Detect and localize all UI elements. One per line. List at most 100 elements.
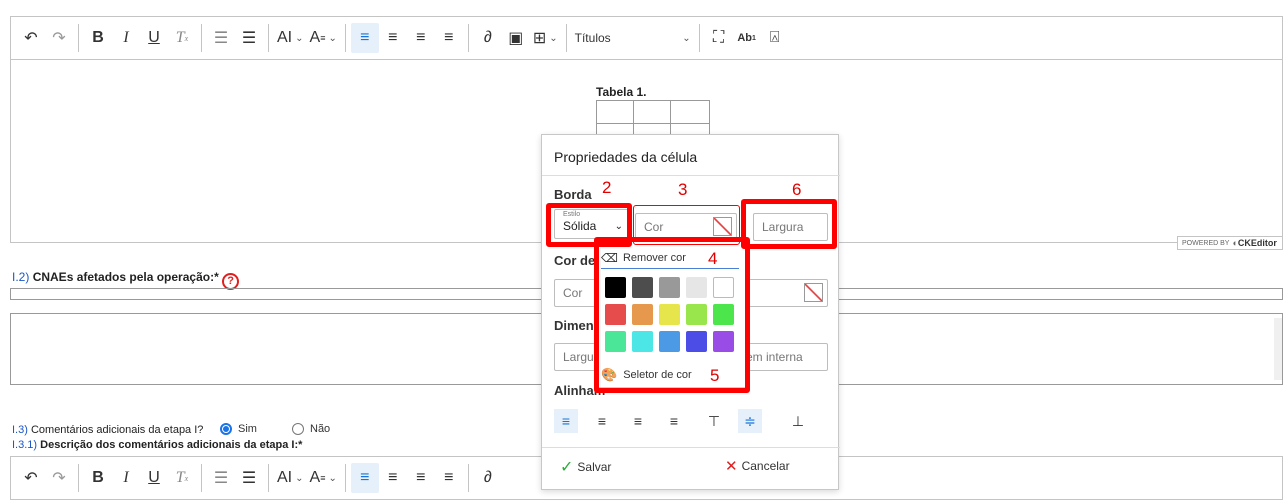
scrollbar[interactable]: [1274, 318, 1282, 380]
outdent-icon[interactable]: ☰: [207, 23, 235, 53]
bold-icon[interactable]: B: [84, 23, 112, 53]
background-color-input[interactable]: Cor: [554, 279, 598, 307]
panel-divider: [542, 175, 840, 176]
align-middle-icon[interactable]: ≑: [738, 409, 762, 433]
align-center-icon[interactable]: ≡: [379, 463, 407, 493]
insert-image-icon[interactable]: ▣: [502, 23, 530, 53]
remove-format-icon[interactable]: Tx: [168, 463, 196, 493]
align-left-icon[interactable]: ≡: [554, 409, 578, 433]
cancel-button[interactable]: ✕ Cancelar: [725, 457, 790, 475]
undo-icon[interactable]: ↶: [17, 463, 45, 493]
save-button[interactable]: ✓ Salvar: [560, 457, 611, 477]
underline-icon[interactable]: U: [140, 463, 168, 493]
bold-icon[interactable]: B: [84, 463, 112, 493]
cnaes-label: I.2) CNAEs afetados pela operação:* ?: [12, 270, 240, 290]
align-left-icon[interactable]: ≡: [350, 463, 379, 493]
cell-padding-placeholder: em interna: [746, 350, 803, 364]
redo-icon[interactable]: ↷: [45, 463, 73, 493]
radio-sim-label: Sim: [238, 423, 257, 435]
outdent-icon[interactable]: ☰: [207, 463, 235, 493]
fullscreen-icon[interactable]: ⛶: [705, 23, 733, 53]
toolbar-separator: [467, 464, 469, 492]
table-cell[interactable]: [596, 100, 634, 124]
save-label: Salvar: [577, 460, 612, 474]
descricao-text: Descrição dos comentários adicionais da …: [40, 439, 303, 451]
editor-toolbar-top: ↶ ↷ B I U Tx ☰ ☰ AI ⌄ A ≡ ⌄ ≡ ≡ ≡ ≡ ∂ ▣ ⊞ ⌄ …: [10, 16, 1283, 60]
undo-icon[interactable]: ↶: [17, 23, 45, 53]
toolbar-separator: [78, 464, 79, 492]
comentarios-number: I.3): [12, 424, 28, 436]
no-color-swatch-icon[interactable]: [804, 283, 823, 302]
cell-width-input[interactable]: Largur: [554, 343, 598, 371]
table-caption: Tabela 1.: [596, 85, 647, 99]
chevron-down-icon: ⌄: [682, 32, 691, 44]
special-chars-icon[interactable]: Ab 1: [733, 23, 761, 53]
align-justify-icon[interactable]: ≡: [662, 409, 686, 433]
close-icon: ✕: [725, 458, 738, 475]
cnaes-text: CNAEs afetados pela operação:*: [32, 270, 219, 284]
align-top-icon[interactable]: ⊤: [702, 409, 726, 433]
annotation-number-3: 3: [678, 180, 688, 199]
align-left-icon[interactable]: ≡: [350, 23, 379, 53]
toolbar-separator: [201, 464, 202, 492]
cell-width-placeholder: Largur: [563, 350, 598, 364]
insert-table-icon[interactable]: ⊞ ⌄: [530, 23, 561, 53]
powered-by-badge[interactable]: POWERED BY ◐ CKEditor: [1177, 236, 1283, 250]
font-size-icon[interactable]: AI ⌄: [274, 23, 307, 53]
toolbar-separator: [268, 464, 269, 492]
italic-icon[interactable]: I: [112, 23, 140, 53]
font-size-icon[interactable]: AI ⌄: [274, 463, 307, 493]
heading-dropdown-label: Títulos: [574, 31, 611, 45]
toolbar-separator: [467, 24, 469, 52]
paint-bucket-icon[interactable]: ⍓: [761, 23, 789, 53]
radio-selected-icon: [220, 423, 232, 435]
italic-icon[interactable]: I: [112, 463, 140, 493]
comentarios-label: I.3) Comentários adicionais da etapa I?: [12, 424, 203, 436]
align-justify-icon[interactable]: ≡: [435, 23, 463, 53]
remove-format-icon[interactable]: Tx: [168, 23, 196, 53]
toolbar-separator: [78, 24, 79, 52]
align-center-icon[interactable]: ≡: [590, 409, 614, 433]
annotation-number-2: 2: [602, 178, 612, 197]
panel-title: Propriedades da célula: [554, 149, 698, 165]
align-right-icon[interactable]: ≡: [407, 463, 435, 493]
annotation-box-4: [594, 237, 750, 393]
align-right-icon[interactable]: ≡: [626, 409, 650, 433]
font-family-icon[interactable]: A ≡ ⌄: [307, 463, 340, 493]
checkmark-icon: ✓: [560, 459, 574, 476]
toolbar-separator: [565, 24, 567, 52]
radio-nao[interactable]: Não: [292, 423, 330, 435]
align-justify-icon[interactable]: ≡: [435, 463, 463, 493]
align-bottom-icon[interactable]: ⊥: [786, 409, 810, 433]
font-family-icon[interactable]: A ≡ ⌄: [307, 23, 340, 53]
cancel-label: Cancelar: [741, 459, 790, 473]
heading-dropdown[interactable]: Títulos ⌄: [572, 23, 694, 53]
table-cell[interactable]: [670, 100, 710, 124]
redo-icon[interactable]: ↷: [45, 23, 73, 53]
align-center-icon[interactable]: ≡: [379, 23, 407, 53]
indent-icon[interactable]: ☰: [235, 23, 263, 53]
align-right-icon[interactable]: ≡: [407, 23, 435, 53]
panel-divider: [542, 447, 840, 448]
descricao-label: I.3.1) Descrição dos comentários adicion…: [12, 439, 302, 451]
radio-unselected-icon: [292, 423, 304, 435]
toolbar-separator: [344, 464, 346, 492]
cor-de-fundo-label: Cor de: [554, 253, 596, 268]
underline-icon[interactable]: U: [140, 23, 168, 53]
background-color-input-end[interactable]: [747, 279, 828, 307]
toolbar-separator: [344, 24, 346, 52]
cnaes-number: I.2): [12, 270, 30, 284]
annotation-box-6: [741, 199, 837, 249]
toolbar-separator: [268, 24, 269, 52]
radio-sim[interactable]: Sim: [220, 423, 257, 435]
cell-padding-input[interactable]: em interna: [738, 343, 828, 371]
annotation-number-4: 4: [708, 249, 718, 268]
annotation-number-5: 5: [710, 366, 720, 385]
link-icon[interactable]: ∂: [474, 23, 502, 53]
comentarios-text: Comentários adicionais da etapa I?: [30, 424, 204, 436]
table-cell[interactable]: [633, 100, 671, 124]
link-icon[interactable]: ∂: [474, 463, 502, 493]
toolbar-separator: [698, 24, 700, 52]
borda-label: Borda: [554, 187, 592, 202]
indent-icon[interactable]: ☰: [235, 463, 263, 493]
